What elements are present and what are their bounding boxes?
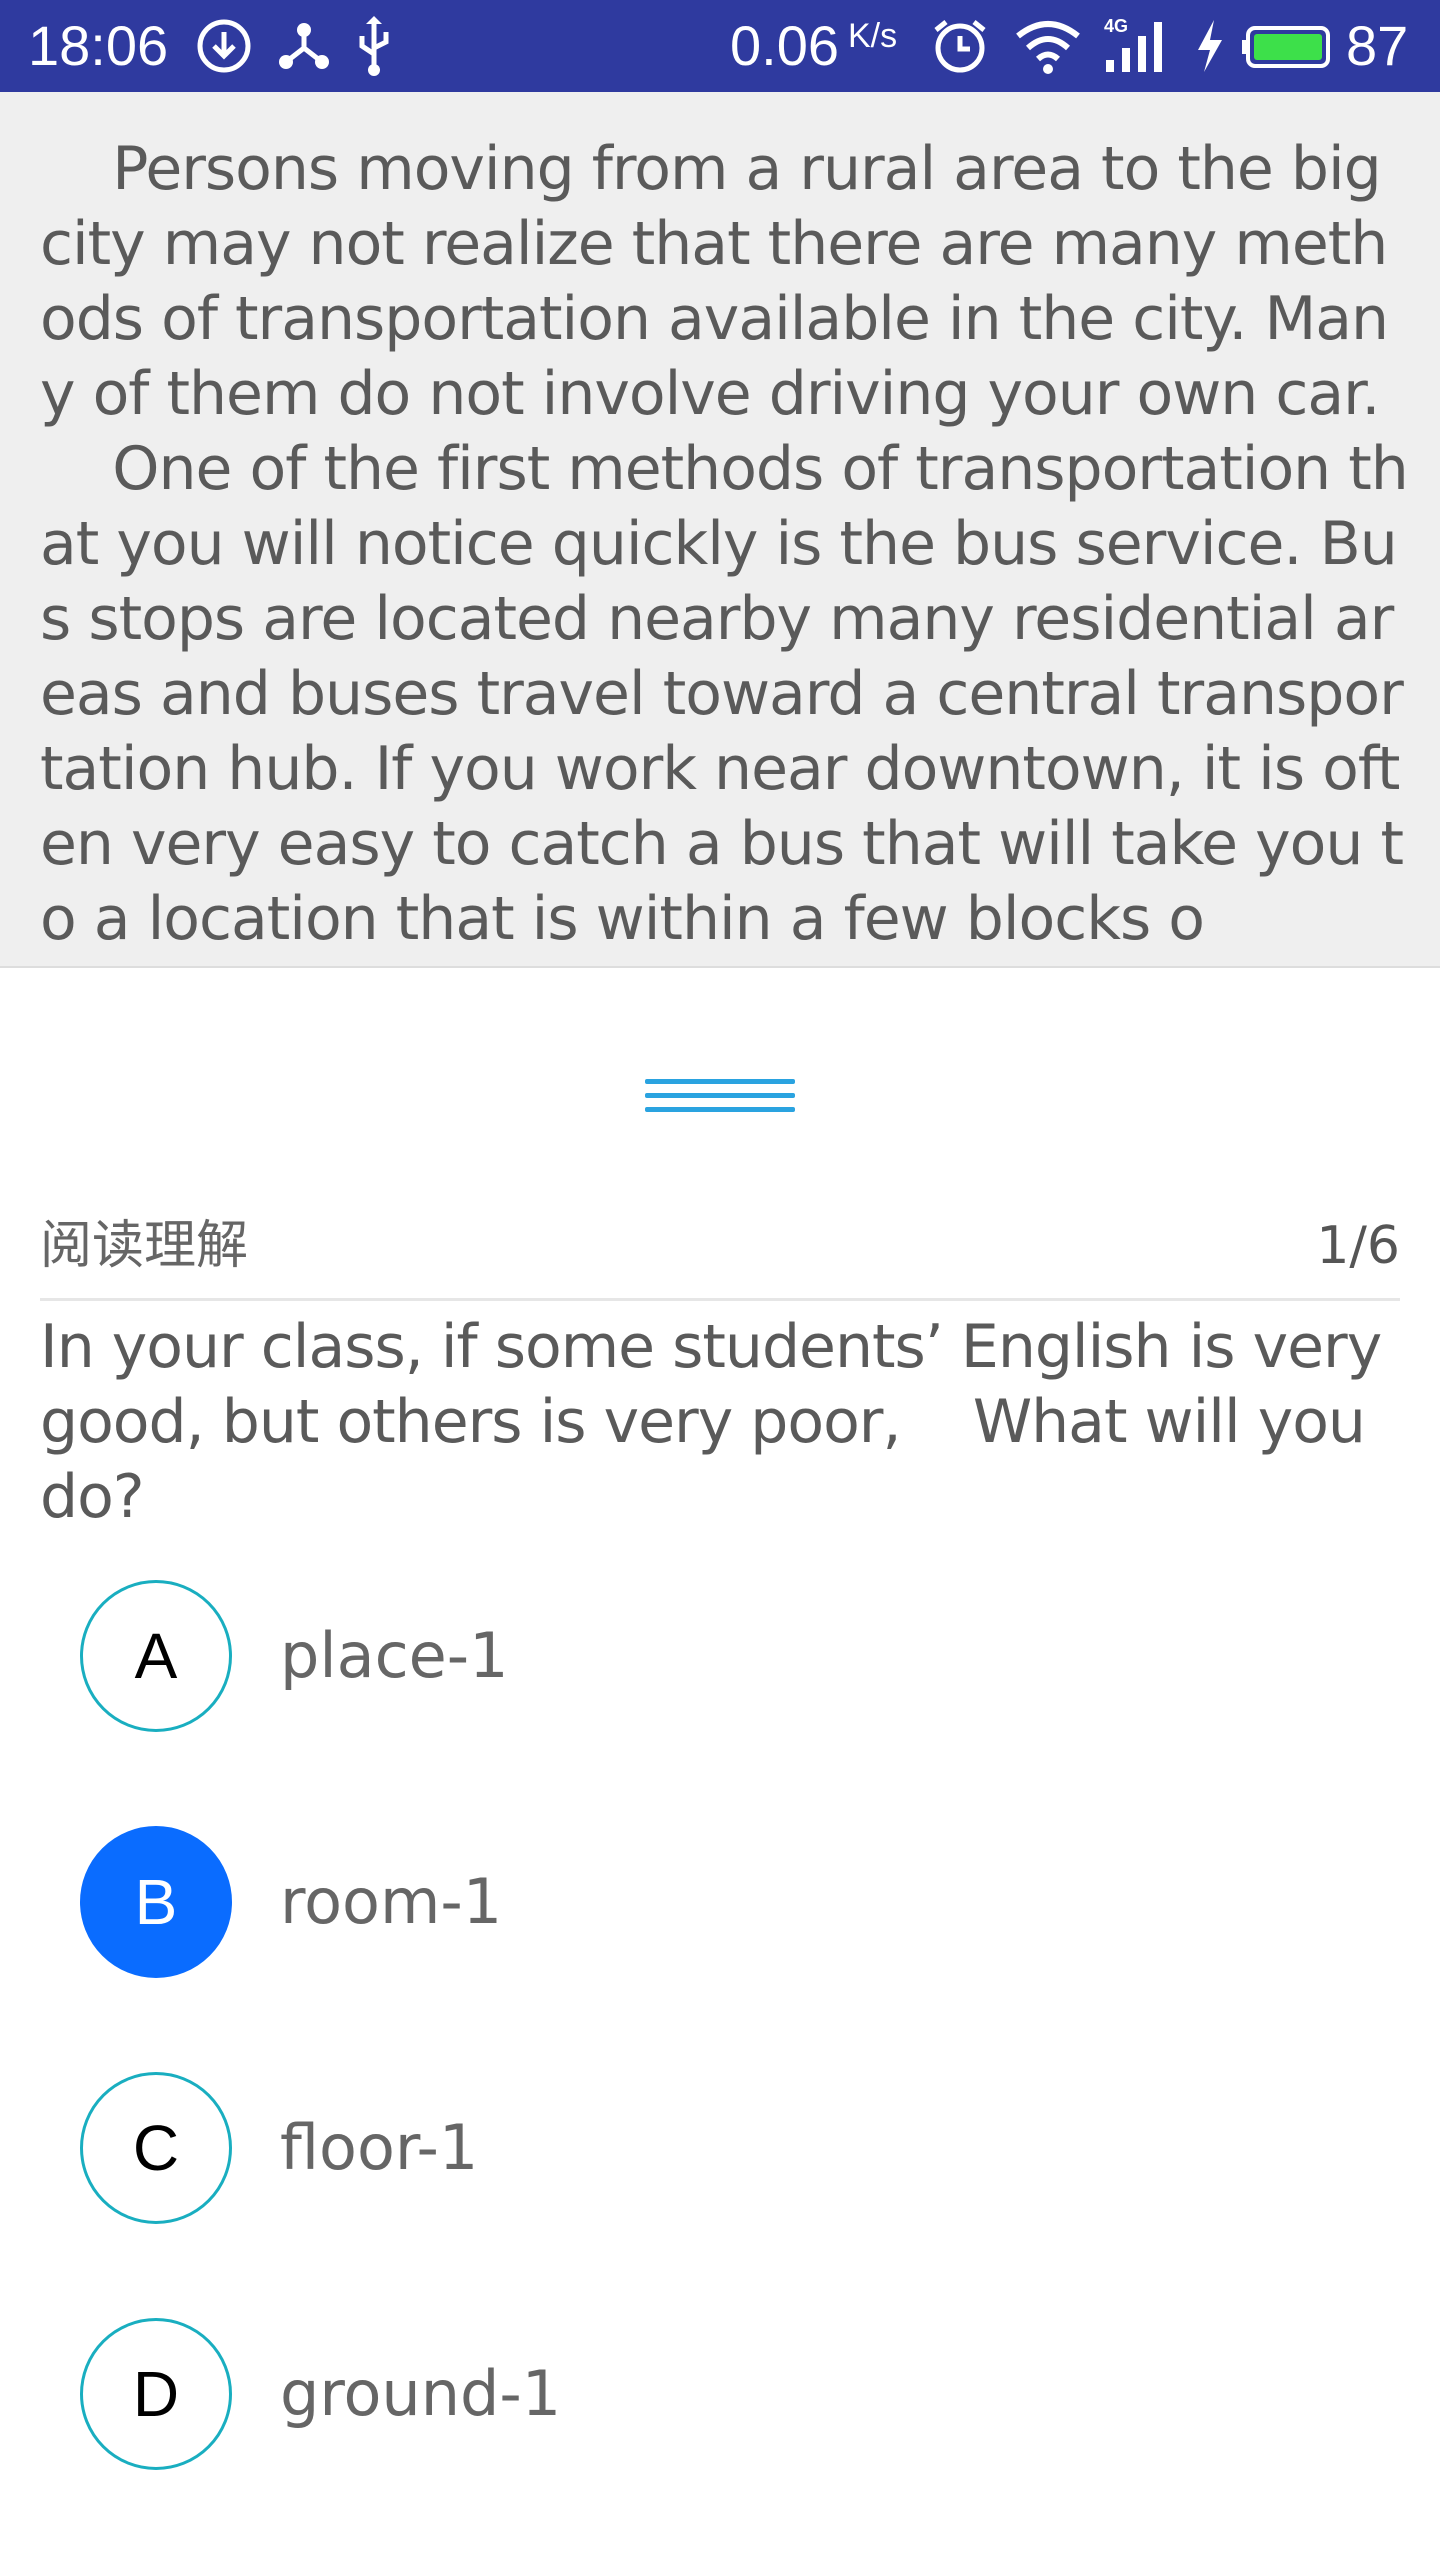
option-d[interactable]: D ground-1 [80, 2318, 1380, 2478]
option-letter-circle[interactable]: C [80, 2072, 232, 2224]
reading-passage[interactable]: Persons moving from a rural area to the … [0, 92, 1440, 968]
download-icon [197, 19, 251, 73]
option-letter-circle[interactable]: D [80, 2318, 232, 2470]
question-type-label: 阅读理解 [40, 1216, 249, 1276]
battery-icon [1242, 26, 1330, 68]
alarm-icon [934, 20, 986, 73]
option-label: ground-1 [280, 2357, 562, 2430]
battery-percent: 87 [1346, 14, 1409, 77]
wifi-icon [1016, 21, 1080, 74]
option-label: room-1 [280, 1865, 503, 1938]
drag-handle[interactable] [645, 1075, 795, 1127]
network-speed: 0.06 [730, 14, 839, 77]
status-time: 18:06 [28, 14, 169, 77]
charging-icon [1198, 20, 1222, 72]
option-letter-circle[interactable]: B [80, 1826, 232, 1978]
question-counter: 1/6 [1316, 1216, 1400, 1276]
drag-handle-line [645, 1107, 795, 1112]
share-icon [279, 23, 329, 69]
passage-paragraph: One of the first methods of transportati… [40, 434, 1409, 954]
drag-handle-line [645, 1093, 795, 1098]
option-b[interactable]: B room-1 [80, 1826, 1380, 1986]
option-label: floor-1 [280, 2111, 479, 2184]
option-label: place-1 [280, 1619, 509, 1692]
status-bar: 18:06 0.06 K/s 4G 87 [0, 0, 1440, 92]
network-speed-unit: K/s [848, 17, 898, 55]
drag-handle-line [645, 1079, 795, 1084]
network-type-label: 4G [1104, 16, 1128, 36]
question-header: 阅读理解 1/6 [40, 1205, 1400, 1301]
passage-paragraph: Persons moving from a rural area to the … [40, 134, 1399, 429]
question-text: In your class, if some students’ English… [40, 1312, 1400, 1532]
option-letter-circle[interactable]: A [80, 1580, 232, 1732]
option-c[interactable]: C floor-1 [80, 2072, 1380, 2232]
passage-text: Persons moving from a rural area to the … [40, 132, 1410, 957]
option-a[interactable]: A place-1 [80, 1580, 1380, 1740]
usb-icon [359, 16, 389, 76]
signal-icon: 4G [1104, 16, 1162, 72]
